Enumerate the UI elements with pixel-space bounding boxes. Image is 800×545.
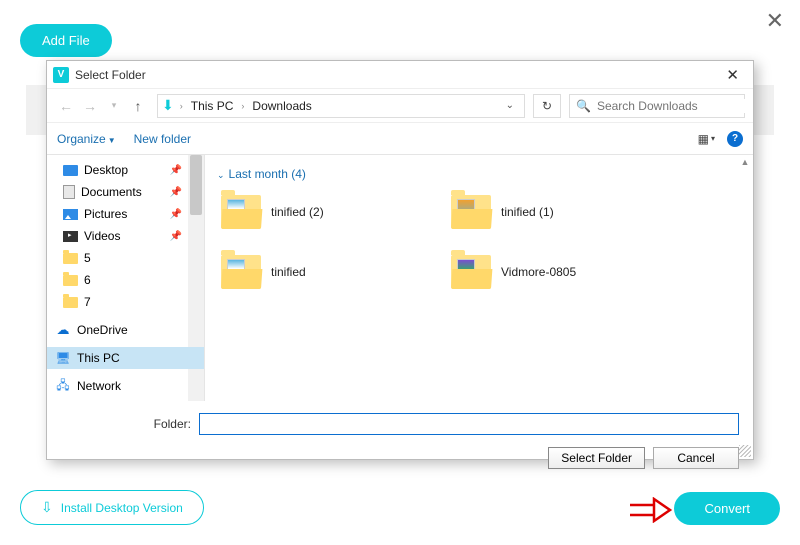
nav-tree: Desktop📌 Documents📌 Pictures📌 Videos📌 5 … xyxy=(47,155,205,401)
pin-icon: 📌 xyxy=(170,187,182,198)
folder-icon xyxy=(451,195,491,229)
folder-icon xyxy=(451,255,491,289)
dialog-footer: Folder: Select Folder Cancel xyxy=(47,401,753,477)
search-box[interactable]: 🔍 xyxy=(569,94,745,118)
network-icon: 🖧 xyxy=(55,379,71,393)
documents-icon xyxy=(63,185,75,199)
pc-icon: 🖥 xyxy=(55,351,71,365)
content-scroll-up-icon[interactable]: ▲ xyxy=(737,155,753,169)
app-logo-icon: V xyxy=(53,67,69,83)
dialog-close-icon[interactable]: ✕ xyxy=(718,64,747,86)
select-folder-button[interactable]: Select Folder xyxy=(548,447,645,469)
folder-item[interactable]: Vidmore-0805 xyxy=(447,251,677,293)
pictures-icon xyxy=(63,209,78,220)
resize-grip-icon[interactable] xyxy=(739,445,751,457)
help-icon[interactable]: ? xyxy=(727,131,743,147)
nav-recent-dropdown-icon[interactable]: ▾ xyxy=(103,95,125,117)
folder-label: tinified xyxy=(271,265,306,279)
tree-desktop[interactable]: Desktop📌 xyxy=(47,159,204,181)
path-dropdown-icon[interactable]: ⌄ xyxy=(500,100,520,111)
tree-videos[interactable]: Videos📌 xyxy=(47,225,204,247)
dialog-title: Select Folder xyxy=(75,68,718,82)
breadcrumb-segment[interactable]: This PC xyxy=(187,97,238,115)
search-icon: 🔍 xyxy=(576,99,591,113)
folder-icon xyxy=(221,195,261,229)
tree-pictures[interactable]: Pictures📌 xyxy=(47,203,204,225)
folder-item[interactable]: tinified (1) xyxy=(447,191,677,233)
pin-icon: 📌 xyxy=(170,209,182,220)
nav-up-icon[interactable]: ↑ xyxy=(127,95,149,117)
install-desktop-button[interactable]: ⇩ Install Desktop Version xyxy=(20,490,204,525)
folder-name-input[interactable] xyxy=(199,413,739,435)
folder-icon xyxy=(63,275,78,286)
folder-item[interactable]: tinified xyxy=(217,251,447,293)
app-close-icon[interactable]: ✕ xyxy=(756,4,794,38)
download-icon: ⇩ xyxy=(41,499,53,516)
view-options-button[interactable]: ▦▾ xyxy=(698,132,715,146)
folder-item[interactable]: tinified (2) xyxy=(217,191,447,233)
folder-label: Vidmore-0805 xyxy=(501,265,576,279)
convert-button[interactable]: Convert xyxy=(674,492,780,525)
videos-icon xyxy=(63,231,78,242)
tree-this-pc[interactable]: 🖥This PC xyxy=(47,347,204,369)
group-header[interactable]: ⌄Last month (4) xyxy=(217,167,741,181)
add-file-button[interactable]: Add File xyxy=(20,24,112,57)
folder-label: tinified (1) xyxy=(501,205,554,219)
cancel-button[interactable]: Cancel xyxy=(653,447,739,469)
tree-network[interactable]: 🖧Network xyxy=(47,375,204,397)
search-input[interactable] xyxy=(597,99,752,113)
nav-forward-icon[interactable]: → xyxy=(79,95,101,117)
folder-icon xyxy=(63,253,78,264)
refresh-button[interactable]: ↻ xyxy=(533,94,561,118)
pin-icon: 📌 xyxy=(170,165,182,176)
downloads-path-icon: ⬇ xyxy=(162,97,174,114)
tree-documents[interactable]: Documents📌 xyxy=(47,181,204,203)
dialog-navbar: ← → ▾ ↑ ⬇ › This PC › Downloads ⌄ ↻ 🔍 xyxy=(47,89,753,123)
breadcrumb-segment[interactable]: Downloads xyxy=(248,97,315,115)
chevron-down-icon: ▼ xyxy=(108,136,116,145)
onedrive-icon: ☁ xyxy=(55,323,71,337)
pin-icon: 📌 xyxy=(170,231,182,242)
tree-folder-7[interactable]: 7 xyxy=(47,291,204,313)
dialog-toolbar: Organize▼ New folder ▦▾ ? xyxy=(47,123,753,155)
chevron-right-icon: › xyxy=(239,101,246,111)
chevron-down-icon: ⌄ xyxy=(217,170,225,180)
new-folder-button[interactable]: New folder xyxy=(134,132,191,146)
folder-label: tinified (2) xyxy=(271,205,324,219)
chevron-right-icon: › xyxy=(178,101,185,111)
select-folder-dialog: V Select Folder ✕ ← → ▾ ↑ ⬇ › This PC › … xyxy=(46,60,754,460)
dialog-titlebar: V Select Folder ✕ xyxy=(47,61,753,89)
folder-field-label: Folder: xyxy=(61,417,191,431)
organize-menu[interactable]: Organize▼ xyxy=(57,132,116,146)
nav-back-icon[interactable]: ← xyxy=(55,95,77,117)
tree-folder-5[interactable]: 5 xyxy=(47,247,204,269)
folder-icon xyxy=(63,297,78,308)
annotation-arrow-icon xyxy=(628,497,672,523)
folder-icon xyxy=(221,255,261,289)
tree-onedrive[interactable]: ☁OneDrive xyxy=(47,319,204,341)
breadcrumb[interactable]: ⬇ › This PC › Downloads ⌄ xyxy=(157,94,525,118)
tree-folder-6[interactable]: 6 xyxy=(47,269,204,291)
folder-content-pane: ▲ ⌄Last month (4) tinified (2) tinified … xyxy=(205,155,753,401)
desktop-icon xyxy=(63,165,78,176)
